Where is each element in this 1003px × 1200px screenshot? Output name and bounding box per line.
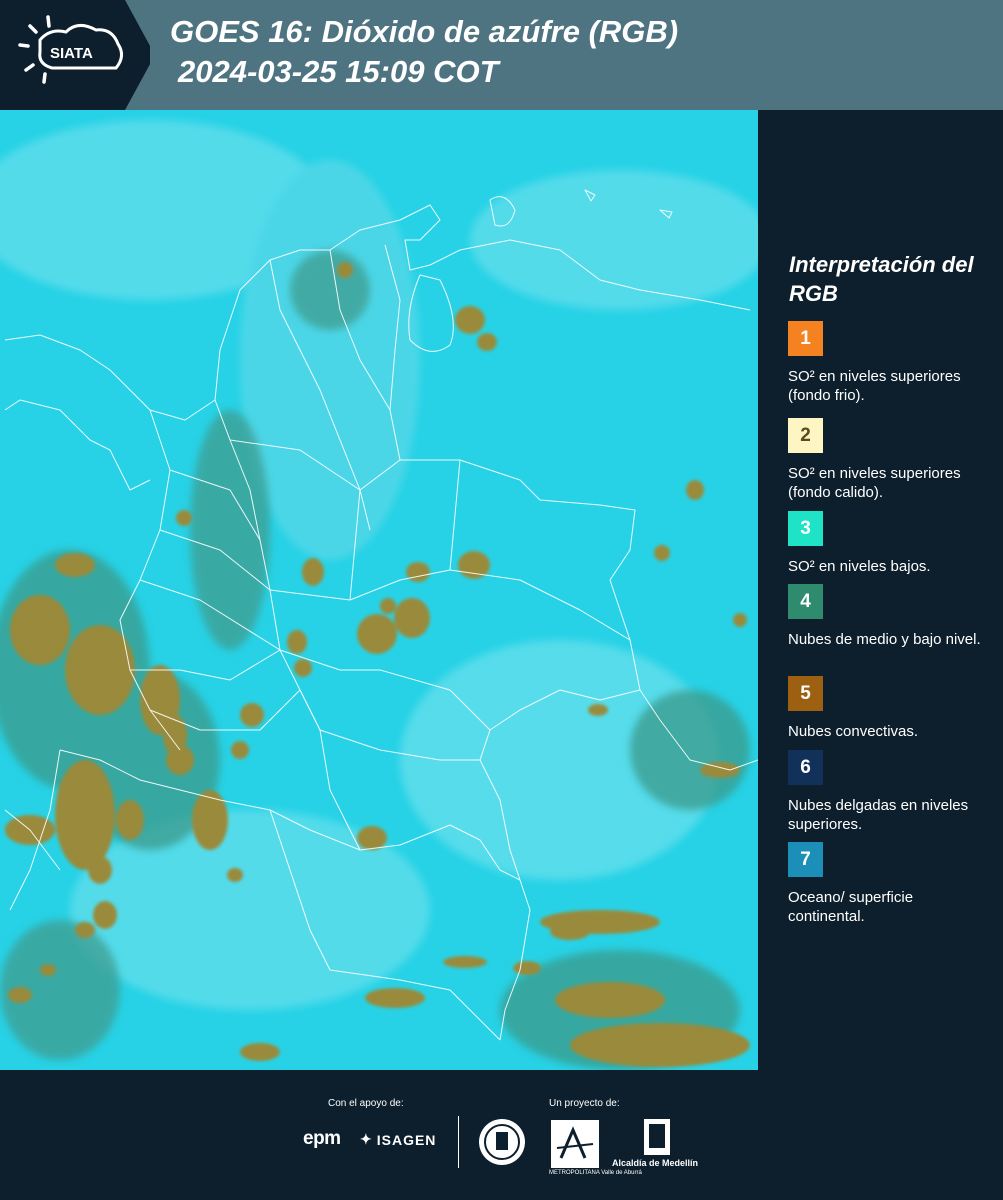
alcaldia-text: Alcaldía de Medellín [612, 1158, 699, 1168]
legend-item: 3 SO² en niveles bajos. [788, 511, 993, 576]
logo-text: SIATA [50, 45, 93, 62]
legend-item: 5 Nubes convectivas. [788, 676, 993, 741]
legend-panel: Interpretación del RGB 1 SO² en niveles … [758, 110, 1003, 1070]
legend-item: 6 Nubes delgadas en niveles superiores. [788, 750, 993, 834]
legend-swatch: 5 [788, 676, 823, 711]
legend-label: SO² en niveles bajos. [788, 558, 931, 575]
project-label: Un proyecto de: [549, 1098, 620, 1109]
isagen-logo: ✦ ISAGEN [360, 1131, 436, 1148]
legend-swatch: 4 [788, 584, 823, 619]
legend-item: 2 SO² en niveles superiores (fondo calid… [788, 418, 993, 502]
legend-label: Oceano/ superficie continental. [788, 889, 914, 925]
page-title: GOES 16: Dióxido de azúfre (RGB) [170, 14, 679, 49]
legend-swatch: 6 [788, 750, 823, 785]
legend-swatch: 1 [788, 321, 823, 356]
amva-logo-icon [551, 1120, 599, 1168]
legend-item: 7 Oceano/ superficie continental. [788, 842, 993, 926]
legend-swatch: 3 [788, 511, 823, 546]
medellin-seal-icon [478, 1118, 526, 1171]
isagen-text: ISAGEN [376, 1131, 437, 1148]
epm-logo: epm [303, 1128, 341, 1149]
legend-item: 4 Nubes de medio y bajo nivel. [788, 584, 993, 649]
legend-label: SO² en niveles superiores (fondo calido)… [788, 465, 961, 501]
legend-swatch: 7 [788, 842, 823, 877]
support-label: Con el apoyo de: [328, 1098, 404, 1109]
legend-label: Nubes convectivas. [788, 723, 919, 740]
footer-divider [458, 1116, 459, 1168]
legend-swatch: 2 [788, 418, 823, 453]
legend-label: Nubes delgadas en niveles superiores. [788, 797, 969, 833]
legend-item: 1 SO² en niveles superiores (fondo frio)… [788, 321, 993, 405]
alcaldia-shield-icon [643, 1118, 671, 1161]
legend-label: Nubes de medio y bajo nivel. [788, 631, 981, 648]
legend-title: Interpretación del RGB [789, 252, 974, 306]
siata-logo: SIATA [0, 0, 150, 110]
timestamp: 2024-03-25 15:09 COT [178, 54, 499, 89]
isagen-icon: ✦ [360, 1131, 373, 1147]
legend-label: SO² en niveles superiores (fondo frio). [788, 368, 961, 404]
satellite-map [0, 110, 758, 1070]
header-bar: SIATA GOES 16: Dióxido de azúfre (RGB) 2… [0, 0, 1003, 110]
amva-text: METROPOLITANA Valle de Aburrá [549, 1170, 642, 1176]
footer: Con el apoyo de: Un proyecto de: epm ✦ I… [0, 1070, 1003, 1200]
